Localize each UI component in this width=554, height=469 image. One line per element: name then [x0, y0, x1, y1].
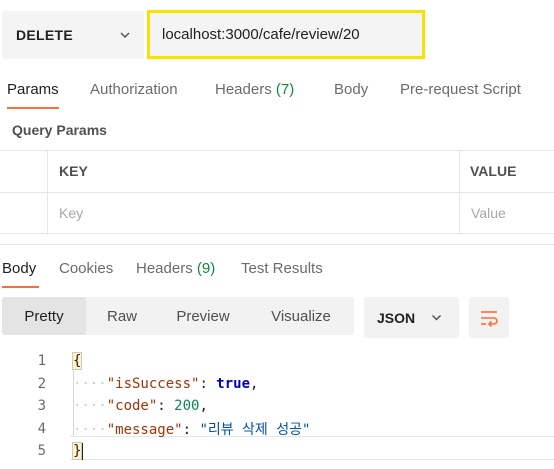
query-params-title: Query Params: [12, 122, 107, 138]
text-cursor: [81, 442, 84, 460]
code-text: {: [71, 352, 83, 370]
tab-label: Pre-request Script: [400, 81, 521, 98]
active-tab-underline: [7, 107, 59, 109]
language-label: JSON: [377, 309, 416, 326]
view-mode-segmented-control: Pretty Raw Preview Visualize: [2, 297, 354, 335]
chevron-down-icon: [432, 315, 441, 321]
code-text: ····"code": 200,: [73, 398, 208, 414]
view-raw-button[interactable]: Raw: [86, 297, 158, 335]
json-key: "isSuccess": [106, 376, 200, 392]
chevron-down-icon: [120, 32, 130, 38]
code-line: 4 ····"message": "리뷰 삭제 성공": [0, 418, 554, 440]
tab-response-body[interactable]: Body: [2, 260, 36, 277]
open-brace: {: [71, 352, 83, 370]
json-value: 200: [174, 398, 200, 414]
code-line: 1 {: [0, 350, 554, 372]
tab-count-badge: (7): [275, 81, 295, 98]
tab-label: Cookies: [59, 260, 114, 277]
table-row: Key Value: [0, 193, 554, 235]
response-tabs: Body Cookies Headers (9) Test Results: [0, 244, 554, 288]
language-select[interactable]: JSON: [364, 297, 459, 338]
active-tab-underline: [2, 286, 39, 288]
request-bar: DELETE localhost:3000/cafe/review/20: [0, 0, 554, 68]
tab-label: Headers: [215, 81, 276, 98]
request-tabs: Params Authorization Headers (7) Body Pr…: [0, 76, 554, 110]
tab-label: Body: [334, 81, 369, 98]
method-label: DELETE: [16, 27, 74, 43]
query-params-table: KEY VALUE Key Value: [0, 150, 554, 235]
column-divider: [47, 151, 48, 235]
tab-label: Test Results: [241, 260, 323, 277]
tab-test-results[interactable]: Test Results: [241, 260, 323, 277]
code-line: 3 ····"code": 200,: [0, 395, 554, 417]
line-number: 1: [37, 353, 46, 369]
json-key: "message": [106, 422, 183, 438]
code-text: ····"message": "리뷰 삭제 성공": [73, 422, 311, 438]
tab-params[interactable]: Params: [7, 81, 59, 98]
wrap-lines-button[interactable]: [469, 297, 509, 338]
column-header-value: VALUE: [470, 163, 517, 179]
code-text: ····"isSuccess": true,: [73, 376, 259, 392]
json-key: "code": [106, 398, 158, 414]
view-pretty-button[interactable]: Pretty: [2, 297, 86, 335]
tab-label: Body: [2, 260, 37, 277]
tab-cookies[interactable]: Cookies: [59, 260, 113, 277]
line-number: 3: [37, 398, 46, 414]
tab-label: Params: [7, 81, 59, 98]
tab-authorization[interactable]: Authorization: [90, 81, 178, 98]
column-header-key: KEY: [59, 163, 88, 179]
line-number: 5: [37, 443, 46, 459]
tab-label: Authorization: [90, 81, 178, 98]
table-header-row: KEY VALUE: [0, 151, 554, 193]
tab-count-badge: (9): [196, 260, 216, 277]
key-input[interactable]: Key: [59, 205, 83, 221]
url-input[interactable]: localhost:3000/cafe/review/20: [147, 10, 425, 59]
method-select[interactable]: DELETE: [2, 11, 144, 59]
json-value: true: [216, 376, 251, 392]
url-text: localhost:3000/cafe/review/20: [162, 26, 360, 43]
response-body-viewer[interactable]: 1 { 2 ····"isSuccess": true, 3 ····"code…: [0, 348, 554, 469]
tab-body[interactable]: Body: [334, 81, 368, 98]
json-value: "리뷰 삭제 성공": [199, 422, 311, 438]
tab-headers[interactable]: Headers (7): [215, 81, 294, 98]
column-divider: [459, 151, 460, 235]
value-input[interactable]: Value: [471, 205, 506, 221]
tab-pre-request-script[interactable]: Pre-request Script: [400, 81, 521, 98]
code-line: 5 }: [0, 440, 554, 462]
wrap-lines-icon: [481, 310, 498, 327]
line-number: 4: [37, 421, 46, 437]
line-number: 2: [37, 376, 46, 392]
view-preview-button[interactable]: Preview: [158, 297, 248, 335]
code-line: 2 ····"isSuccess": true,: [0, 373, 554, 395]
close-brace: }: [71, 442, 83, 460]
tab-label: Headers: [136, 260, 197, 277]
code-text: }: [71, 442, 84, 460]
tab-response-headers[interactable]: Headers (9): [136, 260, 215, 277]
view-visualize-button[interactable]: Visualize: [248, 297, 354, 335]
